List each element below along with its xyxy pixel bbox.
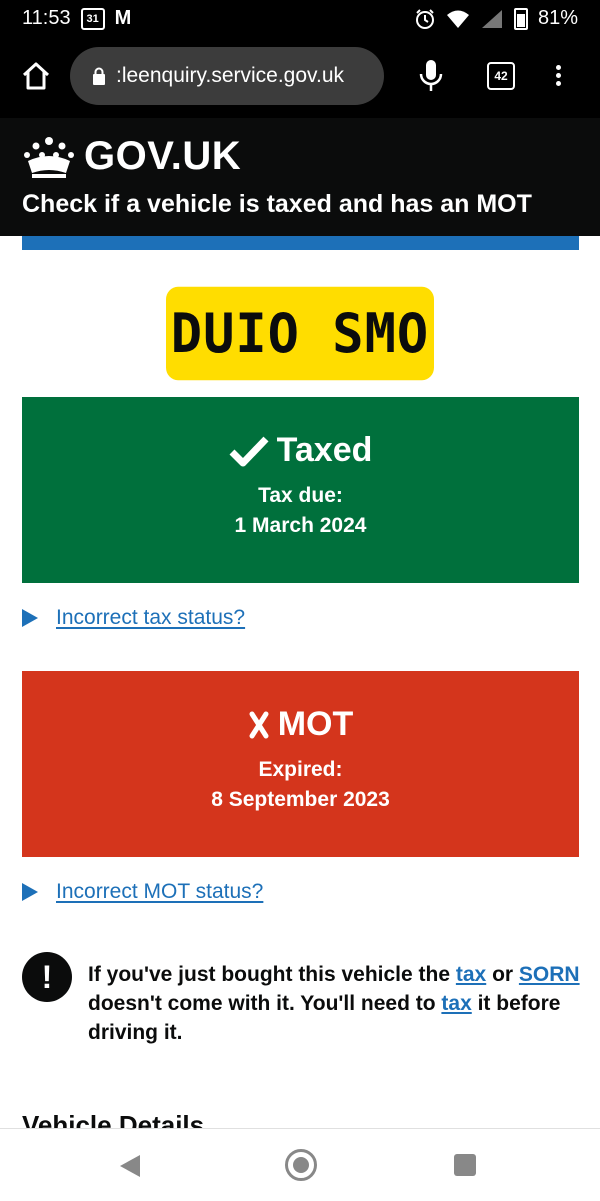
home-circle-icon[interactable] xyxy=(285,1149,317,1181)
warning-message: If you've just bought this vehicle the t… xyxy=(88,960,584,1047)
battery-icon xyxy=(513,7,528,30)
back-icon[interactable] xyxy=(120,1155,140,1177)
tax-status-panel: Taxed Tax due: 1 March 2024 xyxy=(22,397,579,583)
govuk-header: GOV.UK Check if a vehicle is taxed and h… xyxy=(0,118,600,236)
tax-status-details[interactable]: Incorrect tax status? xyxy=(22,606,245,630)
mot-expired-label: Expired: xyxy=(258,758,343,781)
warning-text-part: If you've just bought this vehicle the xyxy=(88,963,456,986)
header-blue-bar xyxy=(22,236,579,250)
system-nav-bar xyxy=(0,1128,600,1201)
tax-status-title: Taxed xyxy=(276,431,373,469)
warning-text-part: doesn't come with it. You'll need to xyxy=(88,992,442,1015)
registration-plate: DUIO SMO xyxy=(166,286,434,381)
wifi-icon xyxy=(446,10,469,28)
overflow-menu-icon[interactable] xyxy=(553,62,563,92)
gmail-icon: M xyxy=(114,7,132,29)
warning-icon: ! xyxy=(22,952,72,1002)
incorrect-tax-status-link[interactable]: Incorrect tax status? xyxy=(56,606,245,630)
tax-link[interactable]: tax xyxy=(441,992,471,1015)
lock-icon xyxy=(93,67,105,85)
mot-status-panel: MOT Expired: 8 September 2023 xyxy=(22,671,579,857)
tick-icon xyxy=(229,436,269,466)
url-text: :leenquiry.service.gov.uk xyxy=(116,64,344,87)
browser-toolbar: :leenquiry.service.gov.uk 42 xyxy=(0,36,600,118)
microphone-icon[interactable] xyxy=(418,58,444,94)
signal-icon xyxy=(481,9,502,28)
mot-expired-date: 8 September 2023 xyxy=(211,788,390,811)
battery-level: 81% xyxy=(537,7,578,29)
tax-due-label: Tax due: xyxy=(258,484,343,507)
triangle-right-icon xyxy=(22,883,38,901)
mot-status-details[interactable]: Incorrect MOT status? xyxy=(22,880,263,904)
warning-text-part: or xyxy=(486,963,519,986)
address-bar[interactable]: :leenquiry.service.gov.uk xyxy=(70,47,384,105)
triangle-right-icon xyxy=(22,609,38,627)
tax-link[interactable]: tax xyxy=(456,963,486,986)
crown-icon xyxy=(24,136,74,178)
home-icon[interactable] xyxy=(20,60,52,92)
cross-icon xyxy=(249,711,269,738)
mot-status-title: MOT xyxy=(277,705,354,743)
incorrect-mot-status-link[interactable]: Incorrect MOT status? xyxy=(56,880,263,904)
recents-icon[interactable] xyxy=(454,1154,476,1176)
calendar-icon: 31 xyxy=(80,7,105,30)
govuk-logo[interactable]: GOV.UK xyxy=(22,134,241,179)
status-bar: 11:53 31 M 81% xyxy=(0,0,600,36)
tab-switcher-button[interactable]: 42 xyxy=(487,62,515,90)
service-name[interactable]: Check if a vehicle is taxed and has an M… xyxy=(22,190,532,219)
alarm-icon xyxy=(415,8,434,29)
status-time: 11:53 xyxy=(22,7,71,29)
govuk-logo-text: GOV.UK xyxy=(84,134,242,178)
tax-due-date: 1 March 2024 xyxy=(234,514,367,537)
sorn-link[interactable]: SORN xyxy=(519,963,580,986)
